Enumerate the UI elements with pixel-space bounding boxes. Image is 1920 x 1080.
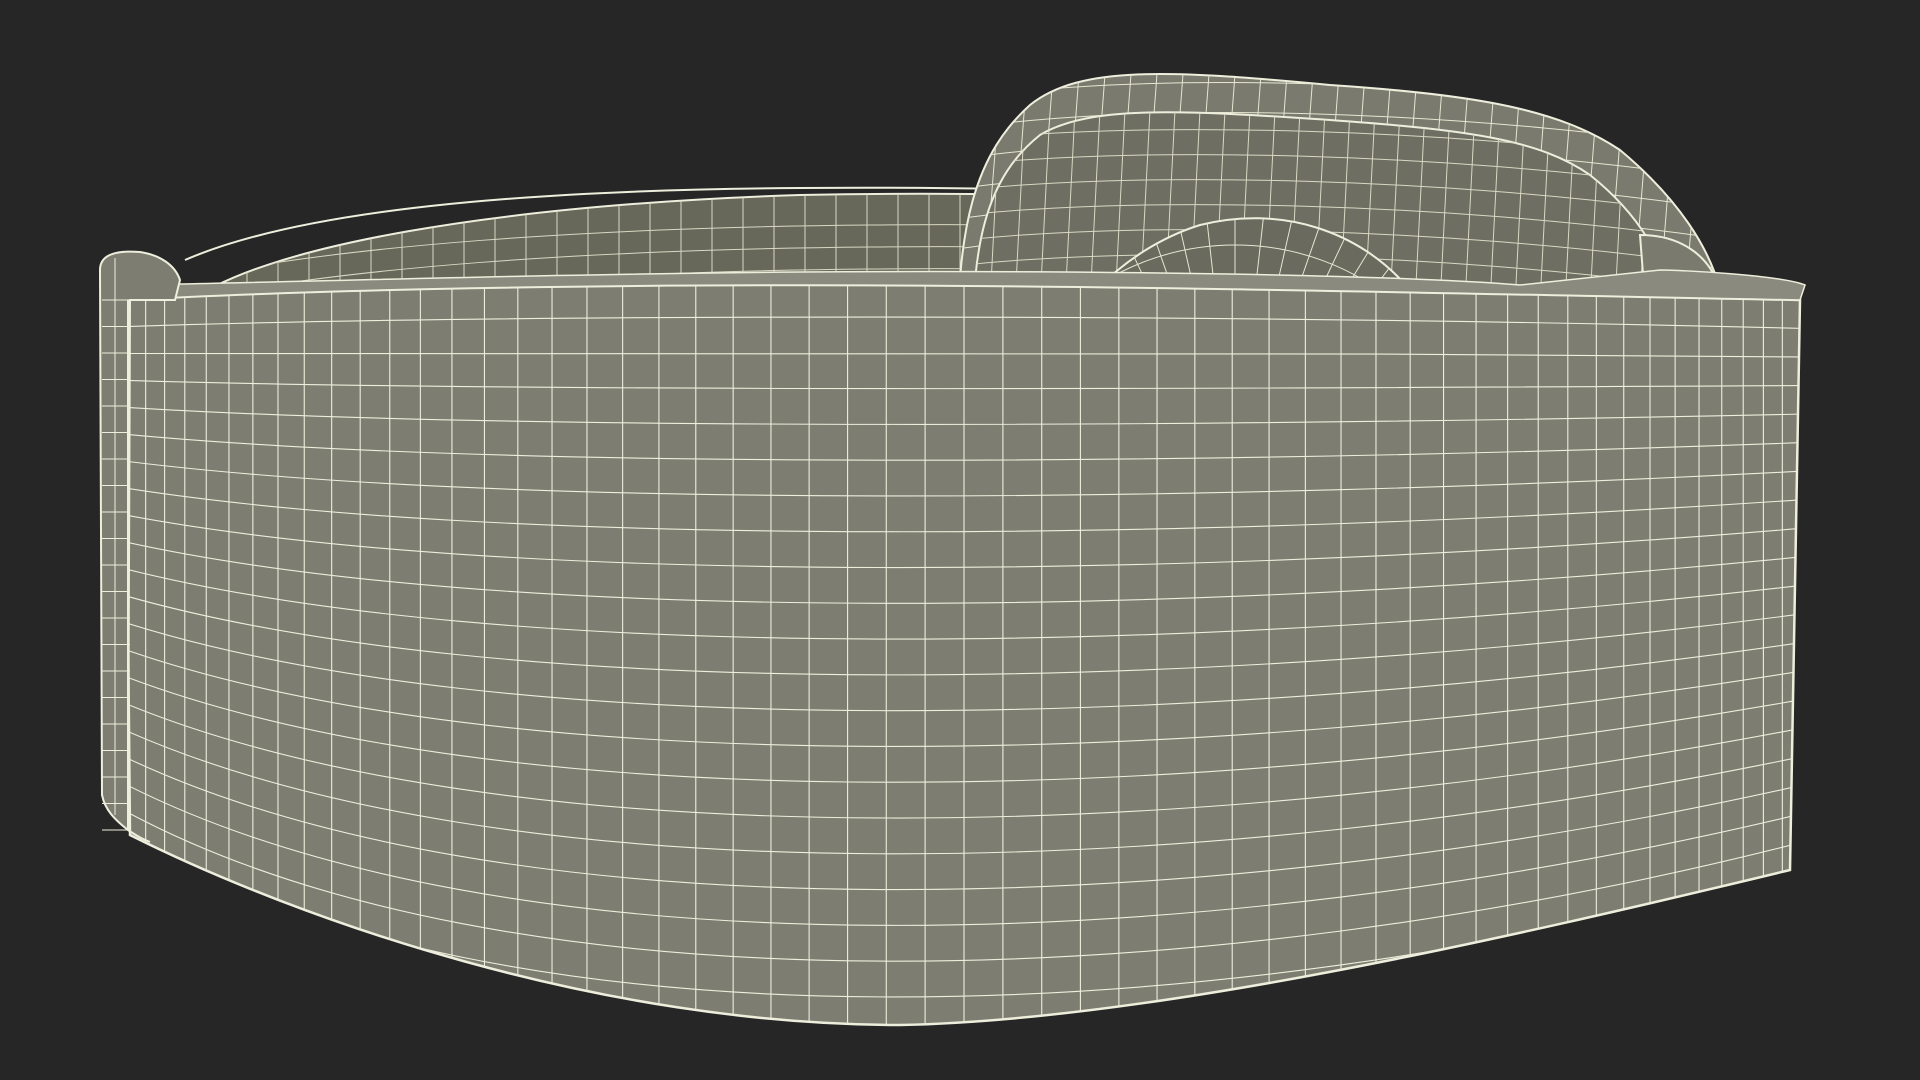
render-viewport [0,0,1920,1080]
watch-band [123,269,1806,1027]
wireframe-scene [98,72,1806,1027]
